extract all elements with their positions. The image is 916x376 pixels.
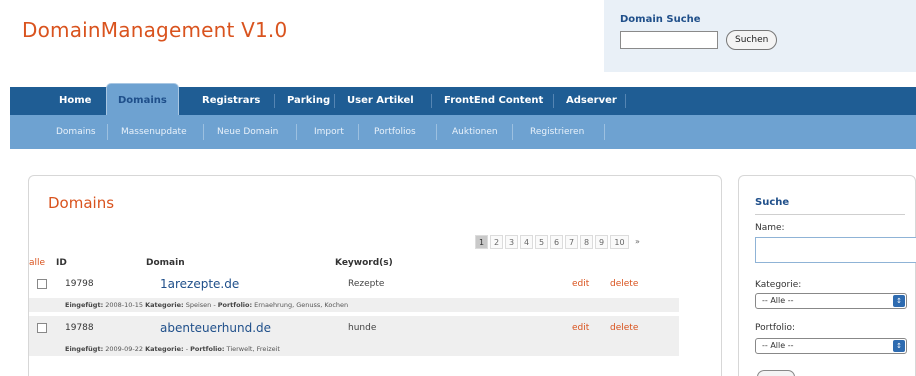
detail-label: Eingefügt: <box>65 345 104 353</box>
subtab-massenupdate[interactable]: Massenupdate <box>111 115 197 149</box>
row-keyword: Rezepte <box>348 279 385 289</box>
row-details: Eingefügt: 2008-10-15 Kategorie: Speisen… <box>29 298 679 312</box>
category-select-value: -- Alle -- <box>762 296 794 305</box>
page-link[interactable]: 8 <box>580 235 593 249</box>
page-link[interactable]: 5 <box>535 235 548 249</box>
detail-label: Kategorie: <box>145 345 184 353</box>
detail-portfolio: Ernaehrung, Genuss, Kochen <box>254 301 349 309</box>
column-header-keywords[interactable]: Keyword(s) <box>335 258 393 268</box>
detail-label: Kategorie: <box>145 301 184 309</box>
nav-divider <box>625 94 626 108</box>
domains-panel: Domains 1 2 3 4 5 6 7 8 9 10 » alle ID D… <box>28 175 722 376</box>
category-label: Kategorie: <box>755 280 802 290</box>
row-checkbox[interactable] <box>37 279 47 289</box>
main-nav: Home Domains Registrars Parking User Art… <box>10 84 916 115</box>
delete-link[interactable]: delete <box>610 323 638 333</box>
sidebar-divider <box>755 214 905 215</box>
select-arrow-icon: ↕ <box>893 295 905 307</box>
tab-user-artikel[interactable]: User Artikel <box>336 87 425 115</box>
select-arrow-icon: ↕ <box>893 340 905 352</box>
subnav-divider <box>296 124 297 140</box>
domain-link[interactable]: 1arezepte.de <box>160 277 239 291</box>
subtab-neue-domain[interactable]: Neue Domain <box>207 115 288 149</box>
tab-domains[interactable]: Domains <box>107 84 178 115</box>
column-header-domain[interactable]: Domain <box>146 258 185 268</box>
portfolio-select[interactable]: -- Alle -- ↕ <box>755 338 907 354</box>
edit-link[interactable]: edit <box>572 323 589 333</box>
page-link[interactable]: 6 <box>550 235 563 249</box>
nav-divider <box>553 94 554 108</box>
row-keyword: hunde <box>348 323 377 333</box>
next-page-link[interactable]: » <box>631 235 644 249</box>
page-link[interactable]: 2 <box>490 235 503 249</box>
page-link[interactable]: 9 <box>595 235 608 249</box>
domain-search-input[interactable] <box>620 31 718 49</box>
portfolio-select-value: -- Alle -- <box>762 341 794 350</box>
delete-link[interactable]: delete <box>610 279 638 289</box>
subtab-auktionen[interactable]: Auktionen <box>442 115 508 149</box>
detail-label: Portfolio: <box>217 301 253 309</box>
row-checkbox[interactable] <box>37 323 47 333</box>
select-all-link[interactable]: alle <box>29 258 45 268</box>
detail-date: 2008-10-15 <box>105 301 144 309</box>
detail-category: Speisen <box>185 301 212 309</box>
nav-divider <box>431 94 432 108</box>
domain-search-panel: Domain Suche Suchen <box>604 0 916 72</box>
tab-adserver[interactable]: Adserver <box>555 87 628 115</box>
tab-parking[interactable]: Parking <box>276 87 341 115</box>
nav-divider <box>274 94 275 108</box>
portfolio-label: Portfolio: <box>755 323 796 333</box>
row-details: Eingefügt: 2009-09-22 Kategorie: - Portf… <box>29 342 679 356</box>
app-title: DomainManagement V1.0 <box>22 18 288 42</box>
page-title: Domains <box>48 194 115 212</box>
row-id: 19788 <box>65 323 94 333</box>
subnav-divider <box>604 124 605 140</box>
sidebar-search-button[interactable] <box>757 370 795 376</box>
domain-link[interactable]: abenteuerhund.de <box>160 321 271 335</box>
subnav-divider <box>203 124 204 140</box>
page-link[interactable]: 3 <box>505 235 518 249</box>
detail-label: Portfolio: <box>190 345 225 353</box>
sub-nav: Domains Massenupdate Neue Domain Import … <box>10 115 916 149</box>
subnav-divider <box>107 124 108 140</box>
domain-search-label: Domain Suche <box>620 14 701 25</box>
column-header-id[interactable]: ID <box>56 258 67 268</box>
page-link[interactable]: 10 <box>610 235 629 249</box>
tab-home[interactable]: Home <box>48 87 102 115</box>
sidebar-title: Suche <box>755 197 790 208</box>
detail-portfolio: Tierwelt, Freizeit <box>226 345 280 353</box>
search-sidebar: Suche Name: Kategorie: -- Alle -- ↕ Port… <box>738 175 916 376</box>
subtab-import[interactable]: Import <box>304 115 354 149</box>
name-label: Name: <box>755 223 785 233</box>
subtab-domains[interactable]: Domains <box>46 115 106 149</box>
search-button[interactable]: Suchen <box>726 30 778 50</box>
category-select[interactable]: -- Alle -- ↕ <box>755 293 907 309</box>
detail-label: Eingefügt: <box>65 301 104 309</box>
subtab-portfolios[interactable]: Portfolios <box>364 115 426 149</box>
page-link[interactable]: 7 <box>565 235 578 249</box>
subnav-divider <box>512 124 513 140</box>
subnav-divider <box>436 124 437 140</box>
table-row: 19798 1arezepte.de Rezepte edit delete E… <box>29 272 679 312</box>
subnav-divider <box>358 124 359 140</box>
name-input[interactable] <box>755 237 916 263</box>
edit-link[interactable]: edit <box>572 279 589 289</box>
page-link[interactable]: 1 <box>475 235 488 249</box>
table-row: 19788 abenteuerhund.de hunde edit delete… <box>29 316 679 356</box>
tab-frontend-content[interactable]: FrontEnd Content <box>433 87 554 115</box>
detail-date: 2009-09-22 <box>105 345 144 353</box>
nav-divider <box>334 94 335 108</box>
subtab-registrieren[interactable]: Registrieren <box>520 115 594 149</box>
page-link[interactable]: 4 <box>520 235 533 249</box>
row-id: 19798 <box>65 279 94 289</box>
tab-registrars[interactable]: Registrars <box>191 87 271 115</box>
